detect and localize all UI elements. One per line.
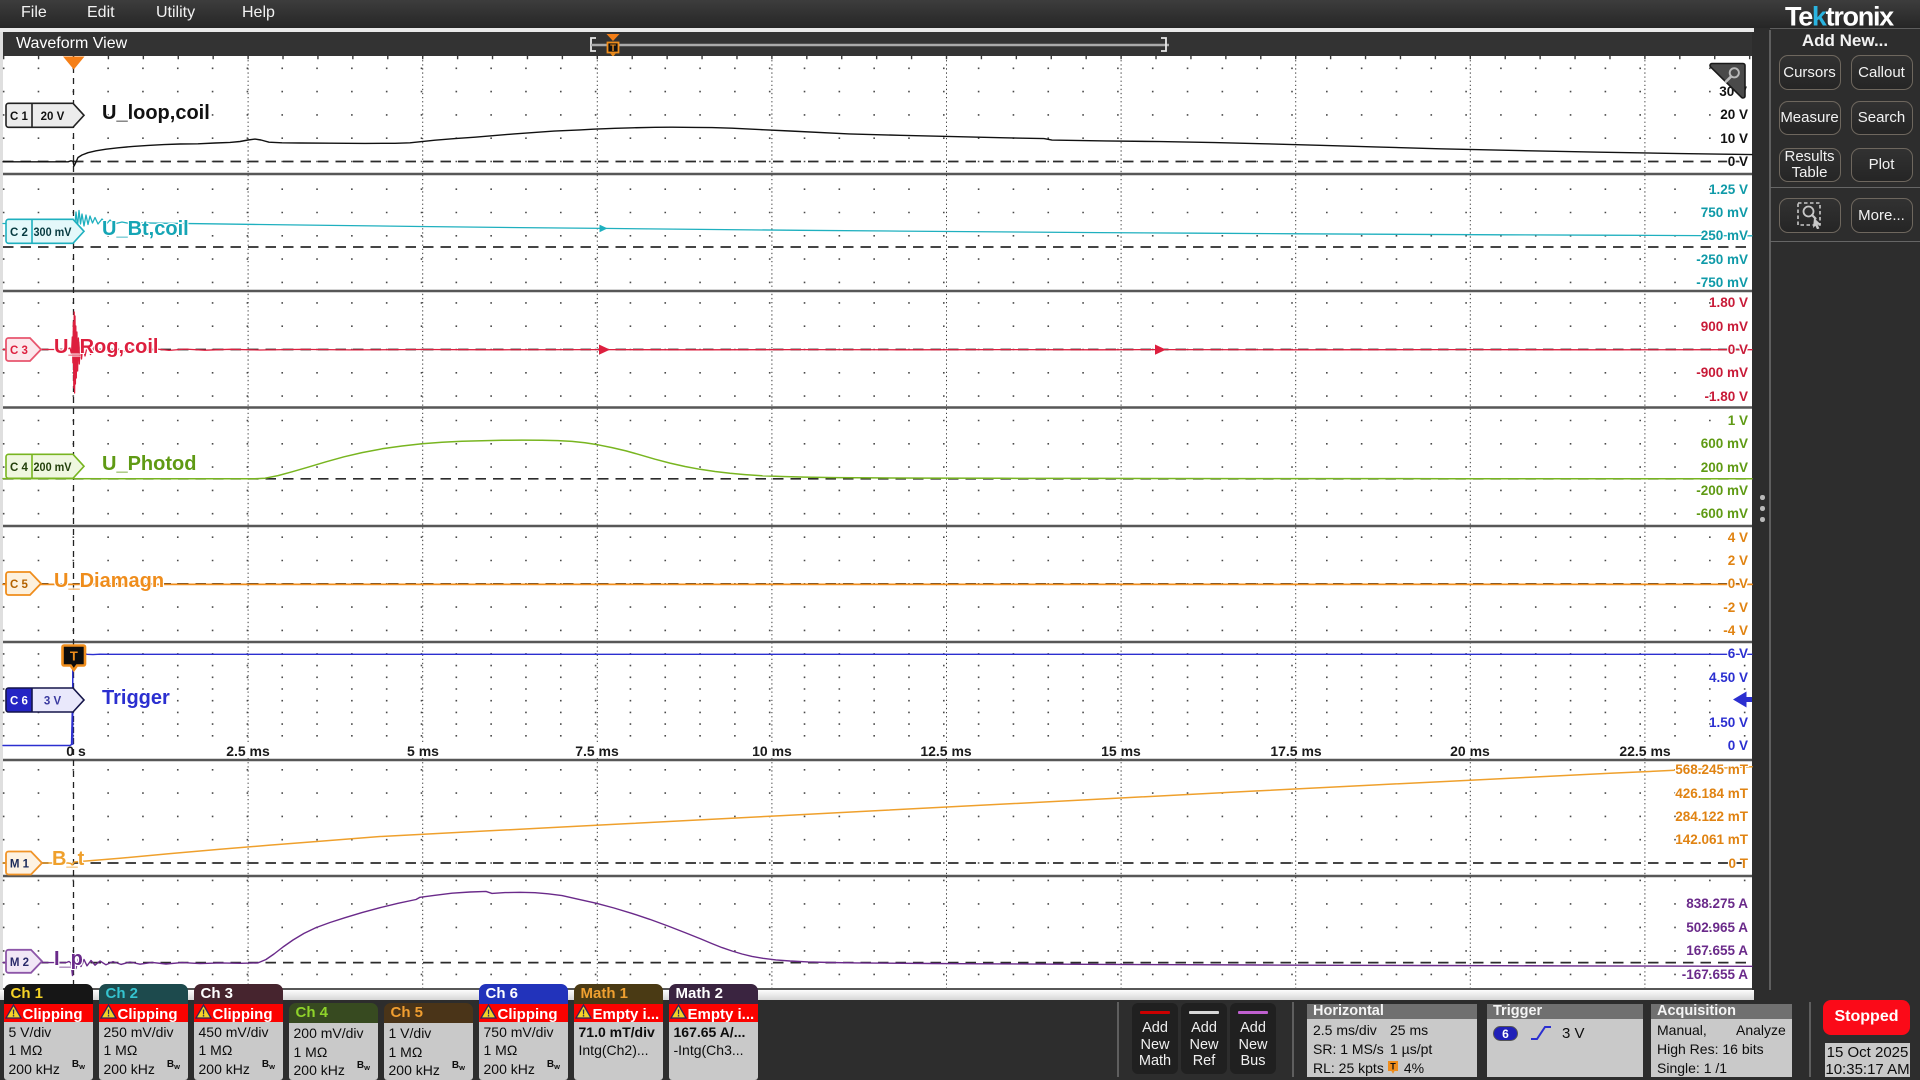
svg-text:C 2: C 2 (10, 227, 28, 239)
svg-text:!: ! (11, 1009, 14, 1020)
svg-text:!: ! (106, 1009, 109, 1020)
svg-text:3 V: 3 V (44, 696, 62, 708)
svg-text:M 1: M 1 (10, 859, 30, 871)
svg-text:!: ! (676, 1009, 679, 1020)
svg-text:C 4: C 4 (10, 462, 29, 474)
svg-text:!: ! (201, 1009, 204, 1020)
svg-text:M 2: M 2 (10, 957, 29, 969)
svg-text:C 5: C 5 (10, 579, 29, 591)
svg-text:T: T (70, 649, 78, 664)
svg-text:!: ! (486, 1009, 489, 1020)
svg-text:C 1: C 1 (10, 111, 29, 123)
svg-text:!: ! (581, 1009, 584, 1020)
svg-text:C 6: C 6 (10, 696, 28, 708)
svg-text:T: T (610, 43, 616, 54)
svg-text:300 mV: 300 mV (34, 227, 72, 239)
svg-text:C 3: C 3 (10, 345, 28, 357)
svg-text:T: T (1390, 1061, 1396, 1071)
svg-text:20 V: 20 V (41, 111, 65, 123)
svg-text:200 mV: 200 mV (34, 462, 72, 474)
